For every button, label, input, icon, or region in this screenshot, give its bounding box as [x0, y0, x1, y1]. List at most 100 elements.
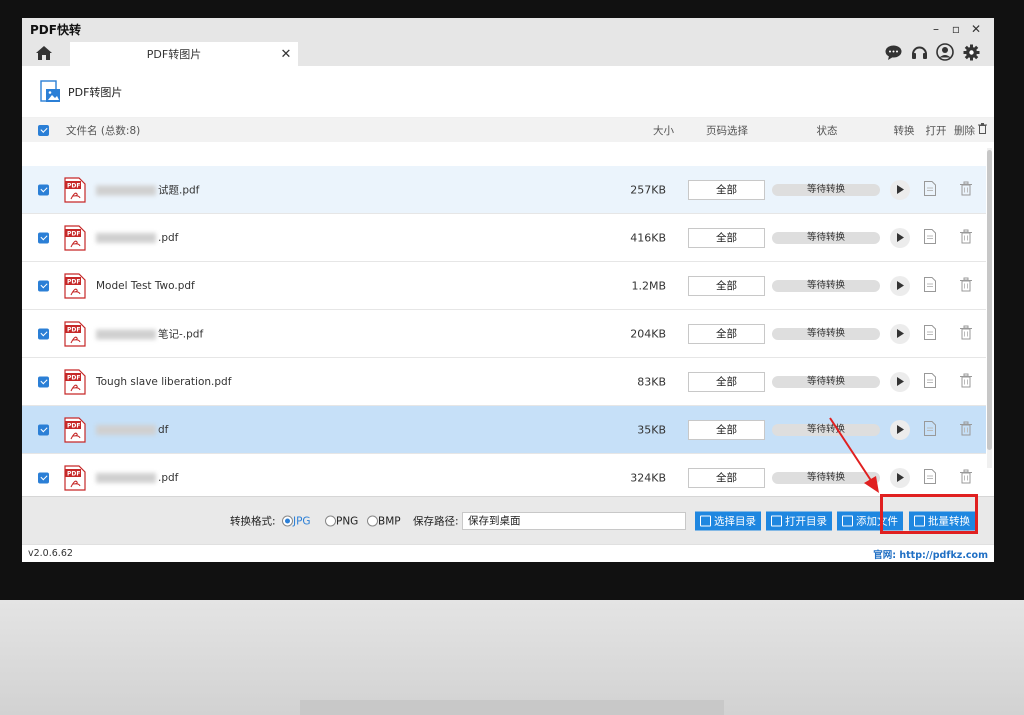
file-name-text: Tough slave liberation.pdf — [96, 375, 232, 388]
file-checkbox[interactable] — [38, 472, 49, 483]
trash-icon[interactable] — [960, 373, 972, 390]
trash-icon[interactable] — [960, 469, 972, 486]
redacted-text — [96, 329, 156, 339]
chat-icon[interactable] — [884, 43, 902, 61]
save-path-label: 保存路径: — [413, 515, 459, 527]
format-png-option[interactable]: PNG — [325, 514, 358, 527]
version-text: v2.0.6.62 — [28, 548, 73, 559]
file-list: PDF 试题.pdf 257KB 全部 等待转换 PDF .pdf 416KB 全部 等待转换 PD… — [22, 166, 986, 496]
save-icon — [700, 515, 711, 526]
svg-text:PDF: PDF — [67, 230, 80, 237]
file-size: 83KB — [637, 375, 666, 388]
format-bmp-label: BMP — [378, 515, 401, 527]
batch-convert-label: 批量转换 — [928, 515, 970, 527]
play-icon[interactable] — [890, 323, 910, 344]
add-file-button[interactable]: 添加文件 — [837, 511, 903, 530]
document-icon[interactable] — [924, 372, 936, 391]
batch-convert-button[interactable]: 批量转换 — [909, 511, 975, 530]
page-range-button[interactable]: 全部 — [688, 467, 765, 488]
tab-bar: PDF转图片 ✕ — [22, 40, 994, 66]
file-checkbox[interactable] — [38, 280, 49, 291]
file-checkbox[interactable] — [38, 184, 49, 195]
format-bmp-radio[interactable] — [367, 515, 378, 527]
title-bar: PDF快转 – ▫ ✕ — [22, 18, 994, 40]
play-icon[interactable] — [890, 419, 910, 440]
svg-text:PDF: PDF — [67, 422, 80, 429]
file-checkbox[interactable] — [38, 232, 49, 243]
document-icon[interactable] — [924, 324, 936, 343]
minimize-button[interactable]: – — [926, 22, 946, 36]
file-row[interactable]: PDF 笔记-.pdf 204KB 全部 等待转换 — [22, 310, 986, 358]
page-range-button[interactable]: 全部 — [688, 179, 765, 200]
file-name-text: df — [158, 423, 169, 436]
document-icon[interactable] — [924, 276, 936, 295]
home-icon[interactable] — [22, 40, 66, 66]
headset-icon[interactable] — [910, 43, 928, 61]
save-path-input[interactable]: 保存到桌面 — [462, 511, 686, 530]
page-range-button[interactable]: 全部 — [688, 419, 765, 440]
file-row[interactable]: PDF .pdf 416KB 全部 等待转换 — [22, 214, 986, 262]
close-button[interactable]: ✕ — [966, 22, 986, 36]
choose-dir-button[interactable]: 选择目录 — [695, 511, 761, 530]
status-badge: 等待转换 — [772, 375, 880, 388]
page-range-button[interactable]: 全部 — [688, 323, 765, 344]
file-checkbox[interactable] — [38, 328, 49, 339]
monitor-stand — [300, 700, 724, 715]
file-checkbox[interactable] — [38, 376, 49, 387]
page-range-button[interactable]: 全部 — [688, 227, 765, 248]
scrollbar-thumb[interactable] — [987, 150, 992, 450]
list-scrollbar[interactable] — [987, 148, 992, 468]
header-status: 状态 — [816, 124, 838, 137]
status-badge: 等待转换 — [772, 183, 880, 196]
document-icon[interactable] — [924, 468, 936, 487]
trash-icon[interactable] — [960, 277, 972, 294]
play-icon[interactable] — [890, 467, 910, 488]
format-png-radio[interactable] — [325, 515, 336, 527]
trash-icon[interactable] — [960, 325, 972, 342]
page-title: PDF转图片 — [68, 85, 123, 99]
pdf-to-image-icon — [40, 79, 60, 102]
gear-icon[interactable] — [962, 43, 980, 61]
file-checkbox[interactable] — [38, 424, 49, 435]
tab-close-icon[interactable]: ✕ — [278, 47, 294, 62]
play-icon[interactable] — [890, 179, 910, 200]
header-name: 文件名 (总数:8) — [66, 124, 141, 137]
page-range-button[interactable]: 全部 — [688, 275, 765, 296]
file-row[interactable]: PDF Model Test Two.pdf 1.2MB 全部 等待转换 — [22, 262, 986, 310]
document-icon[interactable] — [924, 180, 936, 199]
header-delete-label: 删除 — [954, 124, 975, 137]
file-row[interactable]: PDF .pdf 324KB 全部 等待转换 — [22, 454, 986, 496]
play-icon[interactable] — [890, 227, 910, 248]
trash-icon[interactable] — [960, 421, 972, 438]
maximize-button[interactable]: ▫ — [946, 22, 966, 36]
window-title: PDF快转 — [30, 22, 81, 37]
bottom-toolbar: 转换格式: JPG PNG BMP 保存路径: 保存到桌面 选择目录 打开目录 … — [22, 496, 994, 544]
header-delete[interactable]: 删除 — [954, 122, 990, 138]
trash-icon[interactable] — [960, 229, 972, 246]
monitor-chin — [0, 600, 1024, 715]
select-all-checkbox[interactable] — [38, 124, 49, 136]
file-name: df — [96, 424, 168, 436]
file-row[interactable]: PDF 试题.pdf 257KB 全部 等待转换 — [22, 166, 986, 214]
format-jpg-radio[interactable] — [282, 515, 293, 527]
document-icon[interactable] — [924, 228, 936, 247]
file-row[interactable]: PDF Tough slave liberation.pdf 83KB 全部 等待转换 — [22, 358, 986, 406]
open-dir-button[interactable]: 打开目录 — [766, 511, 832, 530]
header-convert: 转换 — [893, 124, 915, 137]
tab-pdf-to-image[interactable]: PDF转图片 ✕ — [70, 42, 298, 66]
format-bmp-option[interactable]: BMP — [367, 514, 401, 527]
format-jpg-option[interactable]: JPG — [282, 514, 311, 527]
trash-icon[interactable] — [960, 181, 972, 198]
format-jpg-label: JPG — [293, 515, 311, 527]
document-icon[interactable] — [924, 420, 936, 439]
file-name: Tough slave liberation.pdf — [96, 376, 231, 388]
page-header: PDF转图片 — [22, 66, 994, 118]
user-icon[interactable] — [936, 43, 954, 61]
website-link[interactable]: 官网: http://pdfkz.com — [873, 547, 988, 561]
page-range-button[interactable]: 全部 — [688, 371, 765, 392]
play-icon[interactable] — [890, 275, 910, 296]
folder-icon — [771, 515, 782, 526]
file-row[interactable]: PDF df 35KB 全部 等待转换 — [22, 406, 986, 454]
play-icon[interactable] — [890, 371, 910, 392]
redacted-text — [96, 232, 156, 243]
